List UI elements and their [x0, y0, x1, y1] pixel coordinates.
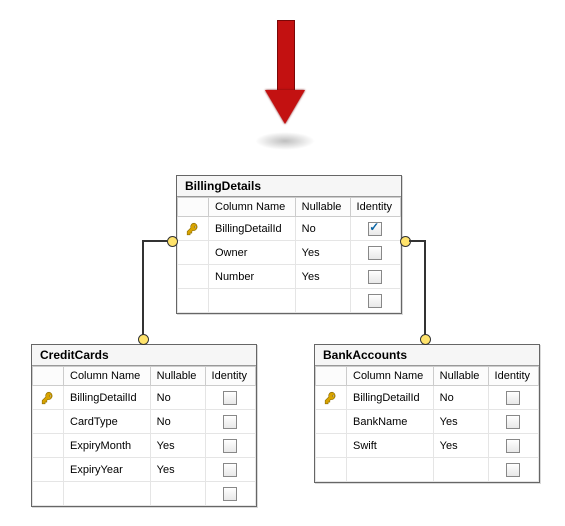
table-row-blank[interactable] — [316, 458, 539, 482]
pk-cell — [178, 241, 209, 265]
col-header-nullable: Nullable — [295, 198, 350, 217]
identity-cell — [205, 458, 255, 482]
entity-title: BankAccounts — [315, 345, 539, 366]
column-name-cell: Owner — [209, 241, 296, 265]
table-row[interactable]: SwiftYes — [316, 434, 539, 458]
entity-bank-accounts[interactable]: BankAccounts Column Name Nullable Identi… — [314, 344, 540, 483]
col-header-name: Column Name — [64, 367, 151, 386]
connector-endpoint-icon — [167, 236, 178, 247]
identity-cell — [205, 434, 255, 458]
nullable-cell: No — [150, 386, 205, 410]
identity-cell — [488, 458, 538, 482]
identity-checkbox[interactable] — [368, 222, 382, 236]
entity-grid: Column Name Nullable Identity BillingDet… — [177, 197, 401, 313]
nullable-cell: No — [295, 217, 350, 241]
nullable-cell: Yes — [295, 241, 350, 265]
identity-checkbox[interactable] — [368, 294, 382, 308]
identity-cell — [350, 241, 400, 265]
key-icon — [184, 222, 202, 236]
table-row[interactable]: NumberYes — [178, 265, 401, 289]
pk-cell — [33, 458, 64, 482]
column-name-cell: ExpiryYear — [64, 458, 151, 482]
column-name-cell: CardType — [64, 410, 151, 434]
identity-checkbox[interactable] — [223, 391, 237, 405]
column-name-cell: ExpiryMonth — [64, 434, 151, 458]
column-name-cell: Swift — [347, 434, 434, 458]
identity-checkbox[interactable] — [368, 246, 382, 260]
table-row[interactable]: BillingDetailIdNo — [316, 386, 539, 410]
table-row[interactable]: CardTypeNo — [33, 410, 256, 434]
table-row[interactable]: BankNameYes — [316, 410, 539, 434]
pk-cell — [178, 217, 209, 241]
entity-credit-cards[interactable]: CreditCards Column Name Nullable Identit… — [31, 344, 257, 507]
entity-billing-details[interactable]: BillingDetails Column Name Nullable Iden… — [176, 175, 402, 314]
table-row[interactable]: BillingDetailIdNo — [178, 217, 401, 241]
table-row-blank[interactable] — [33, 482, 256, 506]
identity-checkbox[interactable] — [368, 270, 382, 284]
identity-cell — [205, 482, 255, 506]
col-header-nullable: Nullable — [433, 367, 488, 386]
col-header-identity: Identity — [350, 198, 400, 217]
nullable-cell: Yes — [295, 265, 350, 289]
nullable-cell: Yes — [150, 458, 205, 482]
identity-checkbox[interactable] — [506, 415, 520, 429]
identity-cell — [488, 434, 538, 458]
identity-cell — [350, 289, 400, 313]
identity-checkbox[interactable] — [223, 487, 237, 501]
identity-checkbox[interactable] — [223, 439, 237, 453]
identity-cell — [350, 217, 400, 241]
diagram-canvas: { "headers": { "col": "Column Name", "nu… — [0, 0, 565, 526]
identity-checkbox[interactable] — [506, 391, 520, 405]
identity-checkbox[interactable] — [223, 463, 237, 477]
entity-grid: Column Name Nullable Identity BillingDet… — [315, 366, 539, 482]
nullable-cell: No — [150, 410, 205, 434]
identity-cell — [205, 410, 255, 434]
entity-grid: Column Name Nullable Identity BillingDet… — [32, 366, 256, 506]
table-row-blank[interactable] — [178, 289, 401, 313]
identity-cell — [205, 386, 255, 410]
down-arrow-icon — [265, 20, 305, 140]
connector-line — [424, 240, 426, 335]
pk-cell — [316, 434, 347, 458]
identity-cell — [350, 265, 400, 289]
connector-line — [142, 240, 144, 335]
nullable-cell: Yes — [150, 434, 205, 458]
table-row[interactable]: ExpiryMonthYes — [33, 434, 256, 458]
pk-cell — [33, 434, 64, 458]
identity-cell — [488, 410, 538, 434]
col-header-name: Column Name — [209, 198, 296, 217]
table-row[interactable]: OwnerYes — [178, 241, 401, 265]
col-header-nullable: Nullable — [150, 367, 205, 386]
pk-cell — [316, 410, 347, 434]
identity-checkbox[interactable] — [223, 415, 237, 429]
entity-title: CreditCards — [32, 345, 256, 366]
identity-checkbox[interactable] — [506, 439, 520, 453]
key-icon — [322, 391, 340, 405]
pk-cell — [316, 386, 347, 410]
col-header-identity: Identity — [488, 367, 538, 386]
table-row[interactable]: BillingDetailIdNo — [33, 386, 256, 410]
identity-checkbox[interactable] — [506, 463, 520, 477]
pk-cell — [33, 386, 64, 410]
identity-cell — [488, 386, 538, 410]
connector-endpoint-icon — [420, 334, 431, 345]
nullable-cell: Yes — [433, 410, 488, 434]
key-icon — [39, 391, 57, 405]
nullable-cell: No — [433, 386, 488, 410]
column-name-cell: BillingDetailId — [347, 386, 434, 410]
table-row[interactable]: ExpiryYearYes — [33, 458, 256, 482]
nullable-cell: Yes — [433, 434, 488, 458]
connector-endpoint-icon — [138, 334, 149, 345]
entity-title: BillingDetails — [177, 176, 401, 197]
column-name-cell: Number — [209, 265, 296, 289]
column-name-cell: BillingDetailId — [64, 386, 151, 410]
column-name-cell: BillingDetailId — [209, 217, 296, 241]
col-header-identity: Identity — [205, 367, 255, 386]
column-name-cell: BankName — [347, 410, 434, 434]
pk-cell — [33, 410, 64, 434]
connector-line — [142, 240, 167, 242]
col-header-name: Column Name — [347, 367, 434, 386]
pk-cell — [178, 265, 209, 289]
